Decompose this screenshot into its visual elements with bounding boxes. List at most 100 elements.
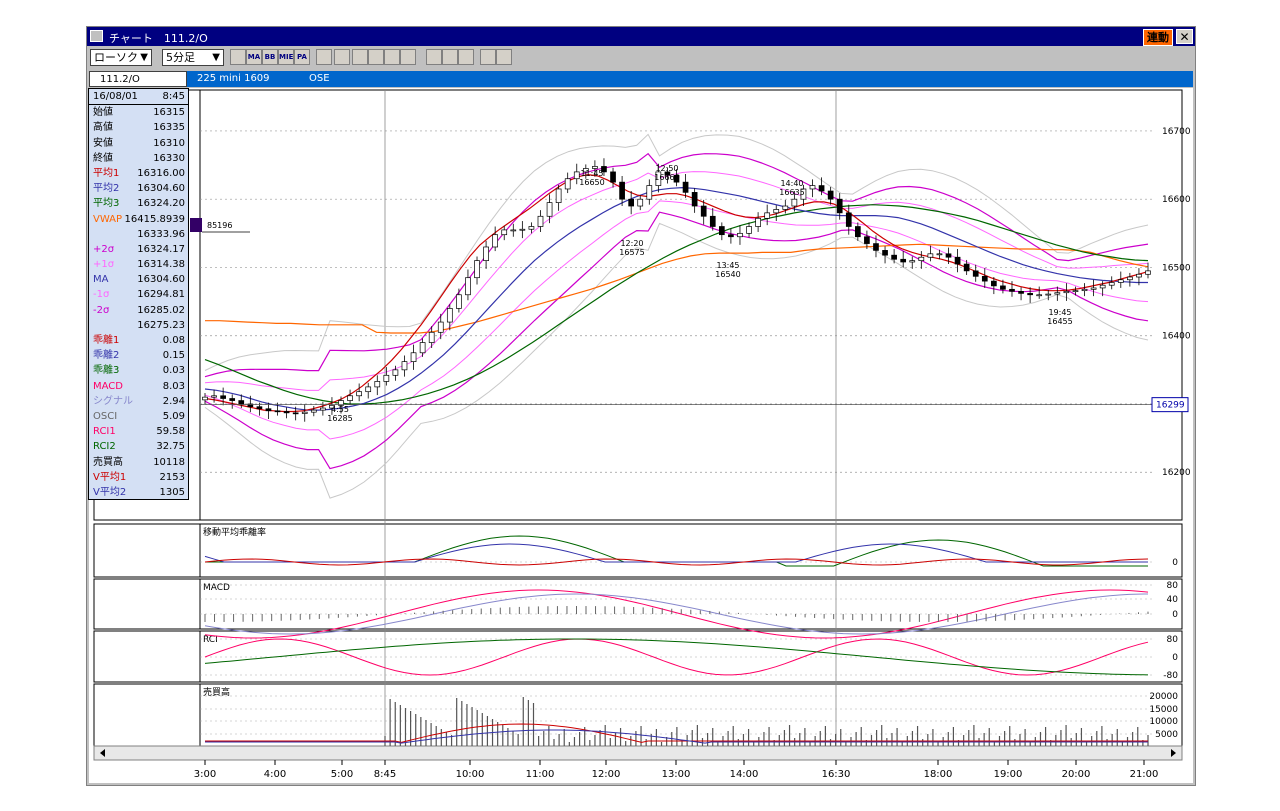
data-panel-value: 16315 <box>153 107 185 119</box>
candle-body <box>283 411 290 414</box>
data-panel-row: 乖離1 0.08 <box>89 333 188 348</box>
candle-body <box>637 198 644 207</box>
data-panel-value: 16335 <box>153 122 185 134</box>
chart-canvas[interactable]: 162001640016500166001670016299851964:551… <box>0 0 1280 811</box>
candle-body <box>782 205 789 210</box>
sub-tick-label: 15000 <box>1149 705 1178 715</box>
candle-body <box>1000 285 1006 290</box>
candle-body <box>383 374 390 382</box>
candle-body <box>855 226 861 238</box>
candle-body <box>628 198 635 207</box>
time-tick-label: 12:00 <box>592 769 621 780</box>
data-panel-label: -1σ <box>93 289 110 301</box>
candle-body <box>202 396 208 401</box>
time-tick-label: 14:00 <box>730 769 759 780</box>
data-panel-label: MA <box>93 274 109 286</box>
data-panel-value: 10118 <box>153 456 185 468</box>
peak-time-label: 12:50 <box>655 164 678 173</box>
candle-body <box>1036 294 1043 297</box>
time-tick-label: 4:00 <box>264 769 286 780</box>
data-panel-label: 乖離3 <box>93 365 120 377</box>
data-panel-row: 16/08/01 8:45 <box>89 89 188 106</box>
data-panel-row: -1σ 16294.81 <box>89 287 188 302</box>
sub-tick-label: 10000 <box>1149 717 1178 727</box>
data-panel-row: 安値 16310 <box>89 136 188 151</box>
time-tick-label: 8:45 <box>374 769 396 780</box>
data-panel-row: 売買高 10118 <box>89 455 188 470</box>
candle-body <box>836 198 843 214</box>
data-panel-row: MACD 8.03 <box>89 379 188 394</box>
candle-body <box>691 192 698 207</box>
data-panel-row: V平均2 1305 <box>89 485 188 500</box>
candle-body <box>1136 273 1142 278</box>
time-tick-label: 3:00 <box>194 769 216 780</box>
candle-body <box>945 253 952 258</box>
data-panel-row: OSCI 5.09 <box>89 409 188 424</box>
candle-body <box>392 369 399 376</box>
data-panel-row: 始値 16315 <box>89 105 188 120</box>
data-panel-value: 59.58 <box>156 426 185 438</box>
data-panel-value: 16310 <box>153 137 185 149</box>
data-panel: 16/08/01 8:45 始値 16315 高値 16335 安値 16310 終値 16330… <box>88 88 189 500</box>
candle-body <box>410 352 417 363</box>
time-tick-label: 16:30 <box>822 769 851 780</box>
data-panel-row: 16275.23 <box>89 318 188 333</box>
candle-body <box>347 395 353 401</box>
candle-body <box>256 406 263 410</box>
data-panel-row: 高値 16335 <box>89 120 188 135</box>
data-panel-row: VWAP 16415.8939 <box>89 212 188 227</box>
data-panel-value: 2153 <box>159 471 185 483</box>
candle-body <box>927 253 934 258</box>
candle-body <box>1127 276 1133 281</box>
sub-chart-title: RCI <box>203 635 218 645</box>
peak-time-label: 12:20 <box>620 239 643 248</box>
peak-price-label: 16650 <box>579 178 604 187</box>
candle-body <box>718 226 725 236</box>
candle-body <box>211 395 217 398</box>
data-panel-value: 16324.17 <box>137 243 185 255</box>
time-tick-label: 10:00 <box>456 769 485 780</box>
horizontal-scrollbar[interactable] <box>93 745 1183 761</box>
candle-body <box>446 308 453 323</box>
candle-body <box>456 294 462 309</box>
candle-body <box>274 410 281 413</box>
candle-body <box>428 331 435 343</box>
sub-tick-label: 80 <box>1167 581 1179 591</box>
candle-body <box>1027 293 1033 296</box>
candle-body <box>818 185 825 192</box>
peak-price-label: 16455 <box>1047 317 1072 326</box>
candle-body <box>1108 282 1115 286</box>
candle-body <box>954 256 961 265</box>
data-panel-label: 乖離2 <box>93 350 120 362</box>
candle-body <box>537 215 544 227</box>
candle-body <box>646 185 653 200</box>
candle-body <box>773 209 780 214</box>
candle-body <box>292 412 299 415</box>
candle-body <box>1081 288 1088 292</box>
candle-body <box>483 246 489 261</box>
data-panel-label: RCI1 <box>93 426 116 438</box>
data-panel-row: 乖離2 0.15 <box>89 348 188 363</box>
candle-body <box>809 185 816 190</box>
data-panel-row: V平均1 2153 <box>89 470 188 485</box>
time-tick-label: 19:00 <box>994 769 1023 780</box>
data-panel-label: OSCI <box>93 410 118 422</box>
current-price-label: 16299 <box>1156 401 1185 411</box>
data-panel-label: -2σ <box>93 304 110 316</box>
data-panel-row: シグナル 2.94 <box>89 394 188 409</box>
candle-body <box>419 342 426 354</box>
data-panel-label: +2σ <box>93 243 115 255</box>
candle-body <box>1054 292 1061 295</box>
data-panel-label: 始値 <box>93 107 113 119</box>
data-panel-label: V平均2 <box>93 486 127 498</box>
candle-body <box>465 277 471 296</box>
candle-body <box>1009 288 1015 292</box>
candle-body <box>746 226 752 234</box>
sub-tick-label: 20000 <box>1149 692 1178 702</box>
peak-time-label: 19:45 <box>1048 308 1071 317</box>
candle-body <box>1063 290 1070 294</box>
data-panel-value: 16316.00 <box>137 167 185 179</box>
time-tick-label: 5:00 <box>331 769 353 780</box>
data-panel-value: 16333.96 <box>137 228 185 240</box>
candle-body <box>682 181 689 193</box>
